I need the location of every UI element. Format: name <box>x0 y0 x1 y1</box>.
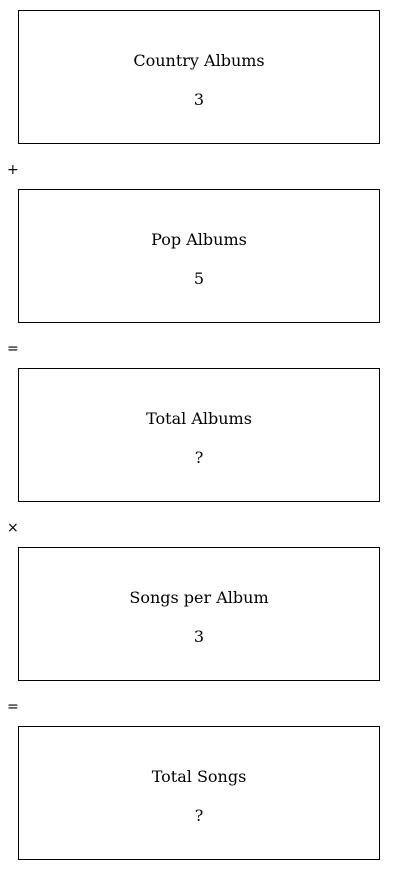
songs-per-album-value: 3 <box>193 627 205 646</box>
total-albums-box: Total Albums ? <box>18 368 380 502</box>
songs-per-album-box: Songs per Album 3 <box>18 547 380 681</box>
total-albums-label: Total Albums <box>146 409 252 428</box>
total-albums-value: ? <box>194 448 204 467</box>
pop-albums-box: Pop Albums 5 <box>18 189 380 323</box>
songs-per-album-label: Songs per Album <box>129 588 269 607</box>
total-songs-label: Total Songs <box>151 767 247 786</box>
pop-albums-label: Pop Albums <box>151 230 247 249</box>
plus-operator: + <box>7 162 19 178</box>
equals-operator-2: = <box>7 699 19 715</box>
country-albums-box: Country Albums 3 <box>18 10 380 144</box>
total-songs-box: Total Songs ? <box>18 726 380 860</box>
country-albums-value: 3 <box>193 90 205 109</box>
total-songs-value: ? <box>194 806 204 825</box>
multiply-operator: × <box>7 520 19 536</box>
country-albums-label: Country Albums <box>133 51 265 70</box>
pop-albums-value: 5 <box>193 269 205 288</box>
equals-operator-1: = <box>7 341 19 357</box>
